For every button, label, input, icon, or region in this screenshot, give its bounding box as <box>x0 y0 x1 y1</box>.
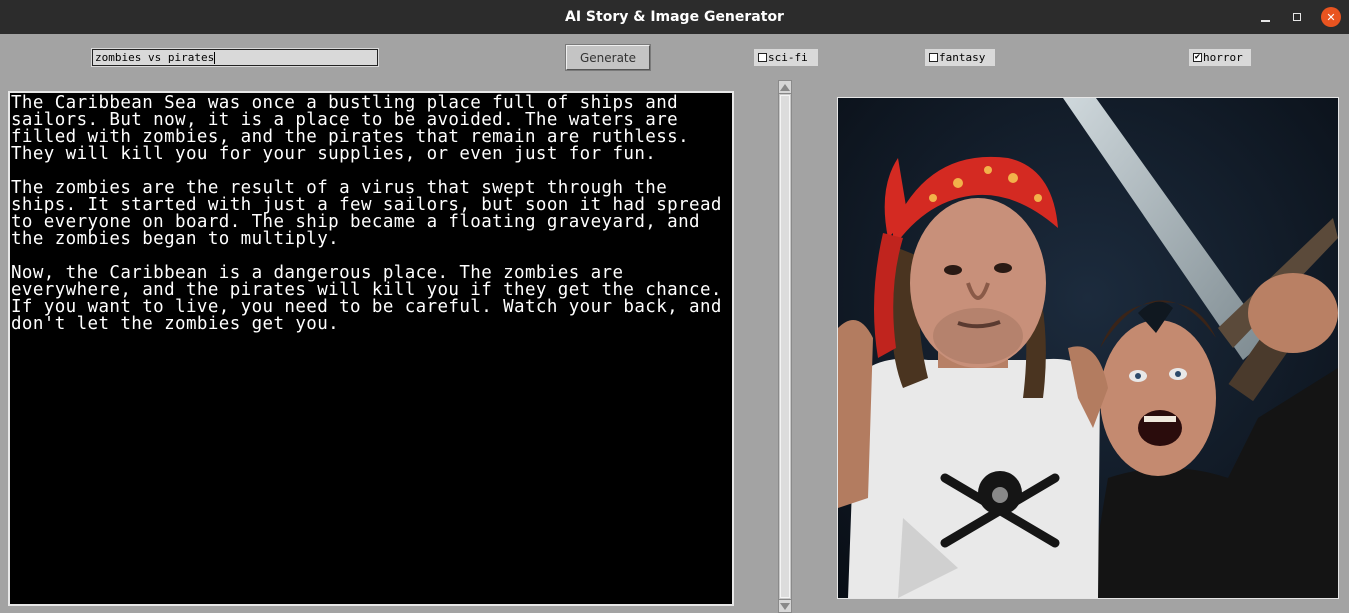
title-bar: AI Story & Image Generator ✕ <box>0 0 1349 34</box>
story-scrollbar[interactable] <box>778 80 792 613</box>
story-paragraph: The zombies are the result of a virus th… <box>11 178 722 249</box>
genre-label-scifi: sci-fi <box>768 51 808 64</box>
generated-image <box>837 97 1339 599</box>
genre-label-horror: horror <box>1203 51 1243 64</box>
scroll-up-icon[interactable] <box>779 81 791 94</box>
generate-button[interactable]: Generate <box>565 44 651 71</box>
window-title: AI Story & Image Generator <box>565 9 784 25</box>
scroll-down-icon[interactable] <box>779 599 791 612</box>
pirate-zombie-illustration <box>838 98 1338 598</box>
story-paragraph: The Caribbean Sea was once a bustling pl… <box>11 93 690 164</box>
checkbox-unchecked-icon[interactable] <box>929 53 938 62</box>
maximize-icon[interactable] <box>1287 7 1307 27</box>
close-icon[interactable]: ✕ <box>1321 7 1341 27</box>
main-window: zombies vs pirates Generate sci-fi fanta… <box>0 34 1349 613</box>
checkbox-checked-icon[interactable]: ✔ <box>1193 53 1202 62</box>
story-text-area[interactable]: The Caribbean Sea was once a bustling pl… <box>8 91 734 606</box>
prompt-input[interactable]: zombies vs pirates <box>91 48 379 67</box>
genre-checkbox-horror[interactable]: ✔ horror <box>1189 49 1251 66</box>
story-paragraph: Now, the Caribbean is a dangerous place.… <box>11 263 722 334</box>
genre-label-fantasy: fantasy <box>939 51 986 64</box>
scroll-thumb[interactable] <box>780 95 790 598</box>
minimize-icon[interactable] <box>1255 7 1275 27</box>
text-cursor <box>214 52 216 64</box>
genre-checkbox-fantasy[interactable]: fantasy <box>925 49 995 66</box>
genre-checkbox-scifi[interactable]: sci-fi <box>754 49 818 66</box>
checkbox-unchecked-icon[interactable] <box>758 53 767 62</box>
prompt-input-value: zombies vs pirates <box>95 51 215 64</box>
